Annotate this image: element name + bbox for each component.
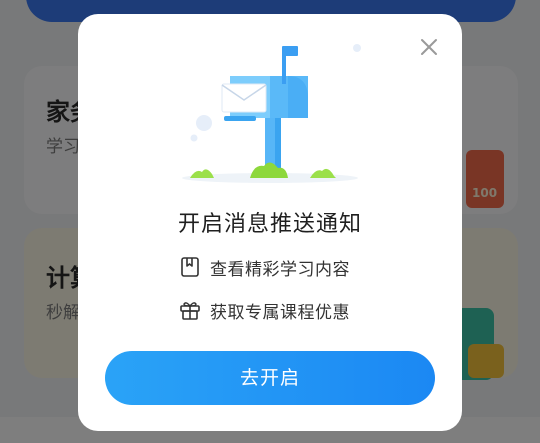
bookmark-icon — [181, 257, 199, 277]
feature-label: 获取专属课程优惠 — [210, 302, 350, 323]
dialog-title: 开启消息推送通知 — [177, 212, 362, 237]
feature-item-discount: 获取专属课程优惠 — [179, 298, 350, 323]
feature-item-content: 查看精彩学习内容 — [179, 255, 350, 280]
feature-label: 查看精彩学习内容 — [210, 259, 350, 280]
close-icon[interactable] — [418, 36, 440, 58]
enable-notifications-button[interactable]: 去开启 — [105, 351, 435, 405]
gift-icon — [180, 302, 200, 320]
mailbox-illustration — [170, 40, 370, 190]
push-notification-dialog: 开启消息推送通知 查看精彩学习内容 获取专属课程优惠 去开启 — [78, 14, 462, 431]
